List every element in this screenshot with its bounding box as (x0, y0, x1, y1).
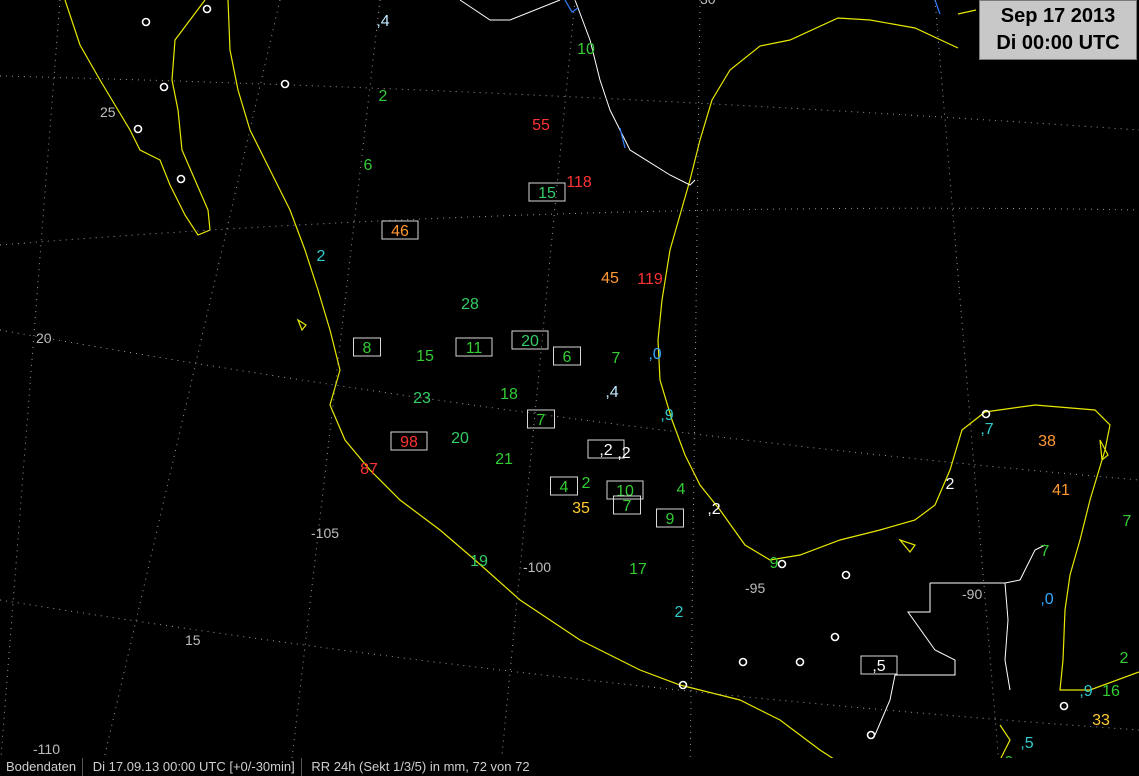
grid-label: -90 (962, 586, 982, 602)
rainfall-value: 46 (391, 223, 409, 240)
grid-label: -100 (523, 559, 551, 575)
rainfall-value: 2 (946, 476, 955, 493)
rainfall-value: ,4 (376, 13, 389, 30)
rainfall-value: 7 (612, 350, 621, 367)
rainfall-value: 23 (413, 390, 431, 407)
rainfall-value: 7 (537, 412, 546, 429)
rainfall-value: 28 (461, 296, 479, 313)
rainfall-value: 18 (500, 386, 518, 403)
rainfall-value: 15 (538, 185, 556, 202)
rainfall-value: ,7 (980, 421, 993, 438)
rainfall-value: 4 (560, 479, 569, 496)
rainfall-value: 33 (1092, 712, 1110, 729)
rainfall-value: ,2 (617, 445, 630, 462)
rainfall-value: 118 (566, 174, 592, 191)
rainfall-value: ,5 (872, 658, 885, 675)
rainfall-value: 4 (677, 481, 686, 498)
grid-label: -95 (745, 580, 765, 596)
grid-label: 25 (100, 104, 116, 120)
status-bar: Bodendaten Di 17.09.13 00:00 UTC [+0/-30… (0, 758, 1139, 776)
grid-label: 20 (36, 330, 52, 346)
rainfall-value: 19 (470, 553, 488, 570)
status-datetime: Di 17.09.13 00:00 UTC [+0/-30min] (87, 758, 302, 776)
rainfall-value: ,0 (1040, 591, 1053, 608)
rainfall-value: 7 (1041, 543, 1050, 560)
rainfall-value: 17 (629, 561, 647, 578)
rainfall-value: 2 (317, 248, 326, 265)
rainfall-value: 35 (572, 500, 590, 517)
rainfall-value: ,0 (648, 346, 661, 363)
grid-label: 15 (185, 632, 201, 648)
rainfall-value: 119 (637, 271, 663, 288)
rainfall-value: 55 (532, 117, 550, 134)
rainfall-value: 45 (601, 270, 619, 287)
date-label: Sep 17 2013 (1000, 5, 1116, 27)
rainfall-value: 9 (770, 555, 779, 572)
rainfall-value: 9 (666, 511, 675, 528)
rainfall-value: 41 (1052, 482, 1070, 499)
rainfall-value: 20 (521, 333, 539, 350)
rainfall-value: ,4 (605, 384, 618, 401)
rainfall-value: 38 (1038, 433, 1056, 450)
rainfall-value: 6 (364, 157, 373, 174)
rainfall-value: 11 (466, 340, 483, 357)
weather-map: 30252015-110-105-100-95-90 ,410255611815… (0, 0, 1139, 776)
rainfall-value: 2 (675, 604, 684, 621)
rainfall-value: ,5 (1020, 735, 1033, 752)
status-source: Bodendaten (0, 758, 84, 776)
status-parameter: RR 24h (Sekt 1/3/5) in mm, 72 von 72 (311, 759, 530, 774)
rainfall-value: 2 (1120, 650, 1129, 667)
grid-label: -110 (33, 741, 60, 757)
rainfall-value: ,9 (1079, 683, 1092, 700)
rainfall-value: 2 (379, 88, 388, 105)
rainfall-value: ,2 (599, 442, 612, 459)
rainfall-value: 7 (623, 498, 632, 515)
rainfall-value: 87 (360, 461, 378, 478)
grid-label: -105 (311, 525, 339, 541)
rainfall-value: 2 (582, 475, 591, 492)
time-label: Di 00:00 UTC (996, 32, 1120, 54)
rainfall-value: 16 (1102, 683, 1120, 700)
rainfall-value: 10 (577, 41, 595, 58)
rainfall-value: ,9 (660, 407, 673, 424)
rainfall-value: 15 (416, 348, 434, 365)
rainfall-value: 20 (451, 430, 469, 447)
grid-label: 30 (700, 0, 716, 7)
rainfall-value: 7 (1123, 513, 1132, 530)
rainfall-value: 98 (400, 434, 418, 451)
rainfall-value: ,2 (707, 501, 720, 518)
rainfall-value: 6 (563, 349, 572, 366)
rainfall-value: 8 (363, 340, 372, 357)
rainfall-value: 21 (495, 451, 513, 468)
date-time-box: Sep 17 2013 Di 00:00 UTC (979, 0, 1137, 60)
